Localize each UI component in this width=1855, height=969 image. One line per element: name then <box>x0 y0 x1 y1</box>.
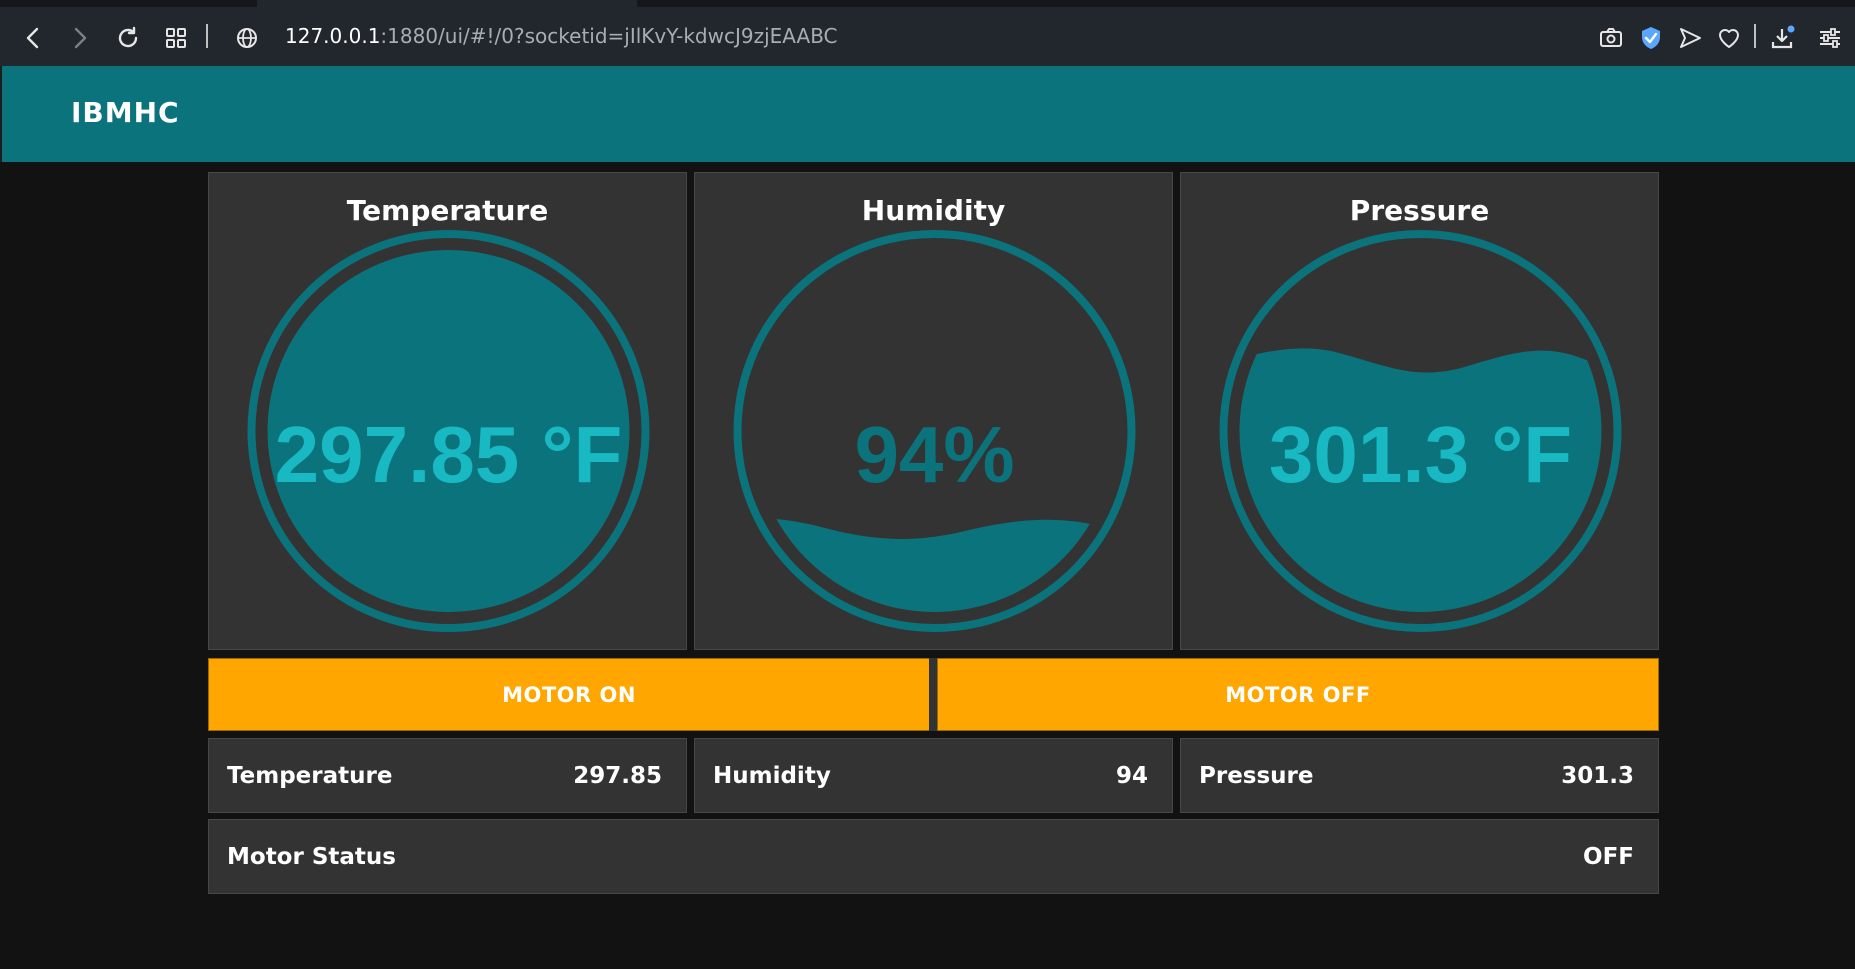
url-host: 127.0.0.1 <box>285 24 381 48</box>
motor-status-value: OFF <box>1583 844 1634 870</box>
gauge-value: 297.85 °F <box>275 410 623 499</box>
gauge-value: 301.3 °F <box>1269 410 1572 499</box>
temperature-gauge-card: Temperature 297.85 °F <box>208 172 687 650</box>
temperature-readout: Temperature 297.85 <box>208 738 687 813</box>
readout-label: Pressure <box>1199 763 1314 789</box>
readout-label: Motor Status <box>227 844 396 870</box>
pressure-readout: Pressure 301.3 <box>1180 738 1659 813</box>
readout-value: 301.3 <box>1561 763 1634 789</box>
pressure-gauge-card: Pressure 301.3 °F <box>1180 172 1659 650</box>
motor-status-readout: Motor Status OFF <box>208 819 1659 894</box>
address-bar[interactable]: 127.0.0.1:1880/ui/#!/0?socketid=jIlKvY-k… <box>285 24 838 48</box>
url-path: :1880/ui/#!/0?socketid=jIlKvY-kdwcJ9zjEA… <box>380 24 838 48</box>
settings-sliders-icon[interactable] <box>1812 20 1848 56</box>
browser-toolbar: 127.0.0.1:1880/ui/#!/0?socketid=jIlKvY-k… <box>0 0 1855 66</box>
readout-value: 297.85 <box>573 763 662 789</box>
globe-icon[interactable] <box>229 20 265 56</box>
gauge-liquid <box>1239 348 1602 612</box>
readout-label: Temperature <box>227 763 393 789</box>
app-title: IBMHC <box>71 96 180 129</box>
tabs-grid-icon[interactable] <box>158 20 194 56</box>
readout-label: Humidity <box>713 763 831 789</box>
humidity-readout: Humidity 94 <box>694 738 1173 813</box>
app-header: IBMHC <box>2 66 1855 162</box>
toolbar-separator-right <box>1754 24 1756 48</box>
forward-icon[interactable] <box>62 20 98 56</box>
tab-strip <box>0 0 1855 7</box>
send-icon[interactable] <box>1672 20 1708 56</box>
motor-off-button[interactable]: MOTOR OFF <box>937 658 1659 731</box>
temperature-gauge: 297.85 °F <box>247 230 650 632</box>
humidity-gauge: 94% <box>733 230 1136 632</box>
humidity-gauge-card: Humidity 94% <box>694 172 1173 650</box>
reload-icon[interactable] <box>110 20 146 56</box>
camera-icon[interactable] <box>1593 20 1629 56</box>
toolbar-separator <box>206 24 208 48</box>
shield-icon[interactable] <box>1633 20 1669 56</box>
gauge-value: 94% <box>854 410 1014 499</box>
pressure-gauge: 301.3 °F <box>1219 230 1622 632</box>
motor-on-button[interactable]: MOTOR ON <box>208 658 930 731</box>
back-icon[interactable] <box>15 20 51 56</box>
heart-icon[interactable] <box>1711 20 1747 56</box>
download-icon[interactable] <box>1765 20 1801 56</box>
active-tab[interactable] <box>257 0 637 7</box>
readout-value: 94 <box>1115 763 1148 789</box>
